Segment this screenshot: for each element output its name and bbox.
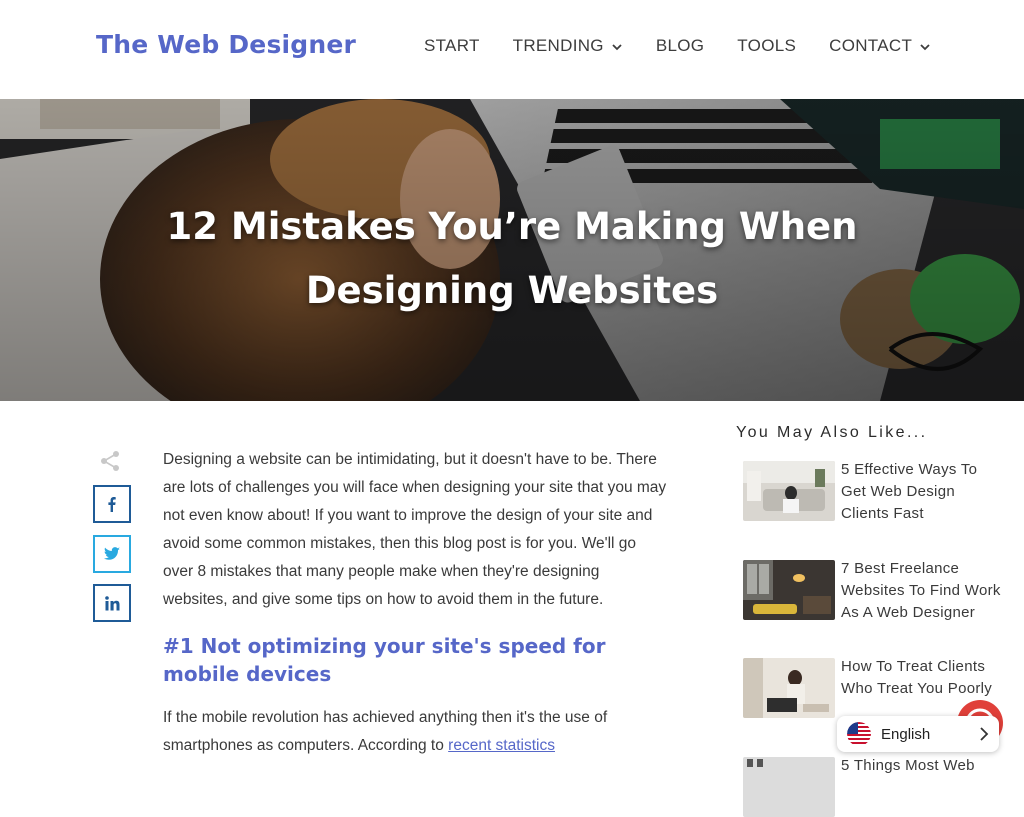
section-heading: #1 Not optimizing your site's speed for … <box>163 634 606 686</box>
twitter-icon <box>104 547 120 560</box>
post-title[interactable]: 5 Things Most Web <box>841 755 1001 777</box>
nav-item-start[interactable]: START <box>424 36 480 56</box>
post-title[interactable]: 5 Effective Ways To Get Web Design Clien… <box>841 459 1001 525</box>
nav-label: CONTACT <box>829 36 913 55</box>
sidebar-title: You May Also Like... <box>736 424 928 441</box>
intro-paragraph: Designing a website can be intimidating,… <box>163 451 667 608</box>
post-title[interactable]: 7 Best Freelance Websites To Find Work A… <box>841 558 1001 624</box>
linkedin-icon <box>104 595 119 610</box>
site-header: The Web Designer START TRENDING BLOG TOO… <box>0 0 1024 99</box>
facebook-icon <box>108 497 116 512</box>
chevron-down-icon <box>612 44 622 51</box>
title-line-2: Designing Websites <box>305 269 719 312</box>
recent-statistics-link[interactable]: recent statistics <box>448 737 555 754</box>
us-flag-icon <box>847 722 871 746</box>
nav-label: TOOLS <box>737 36 797 55</box>
nav-label: START <box>424 36 480 55</box>
hero-banner: 12 Mistakes You’re Making When Designing… <box>0 99 1024 401</box>
share-linkedin-button[interactable] <box>93 584 131 622</box>
nav-item-blog[interactable]: BLOG <box>656 36 704 56</box>
nav-label: TRENDING <box>512 36 604 55</box>
share-facebook-button[interactable] <box>93 485 131 523</box>
body-paragraph: If the mobile revolution has achieved an… <box>163 704 668 760</box>
language-selector[interactable]: English <box>837 716 999 752</box>
post-thumbnail[interactable] <box>743 757 835 817</box>
post-title[interactable]: How To Treat Clients Who Treat You Poorl… <box>841 656 1001 700</box>
nav-label: BLOG <box>655 36 705 55</box>
nav-item-trending[interactable]: TRENDING <box>513 36 622 56</box>
share-twitter-button[interactable] <box>93 535 131 573</box>
language-label: English <box>881 725 931 743</box>
article-title: 12 Mistakes You’re Making When Designing… <box>0 195 1024 323</box>
title-line-1: 12 Mistakes You’re Making When <box>166 205 858 248</box>
chevron-right-icon <box>980 727 989 741</box>
article-body: Designing a website can be intimidating,… <box>163 446 668 760</box>
post-thumbnail[interactable] <box>743 658 835 718</box>
main-nav: START TRENDING BLOG TOOLS CONTACT <box>424 36 930 56</box>
post-thumbnail[interactable] <box>743 560 835 620</box>
share-icon <box>101 451 119 471</box>
post-thumbnail[interactable] <box>743 461 835 521</box>
nav-item-contact[interactable]: CONTACT <box>829 36 930 56</box>
nav-item-tools[interactable]: TOOLS <box>737 36 796 56</box>
site-logo[interactable]: The Web Designer <box>96 30 356 59</box>
chevron-down-icon <box>920 44 930 51</box>
